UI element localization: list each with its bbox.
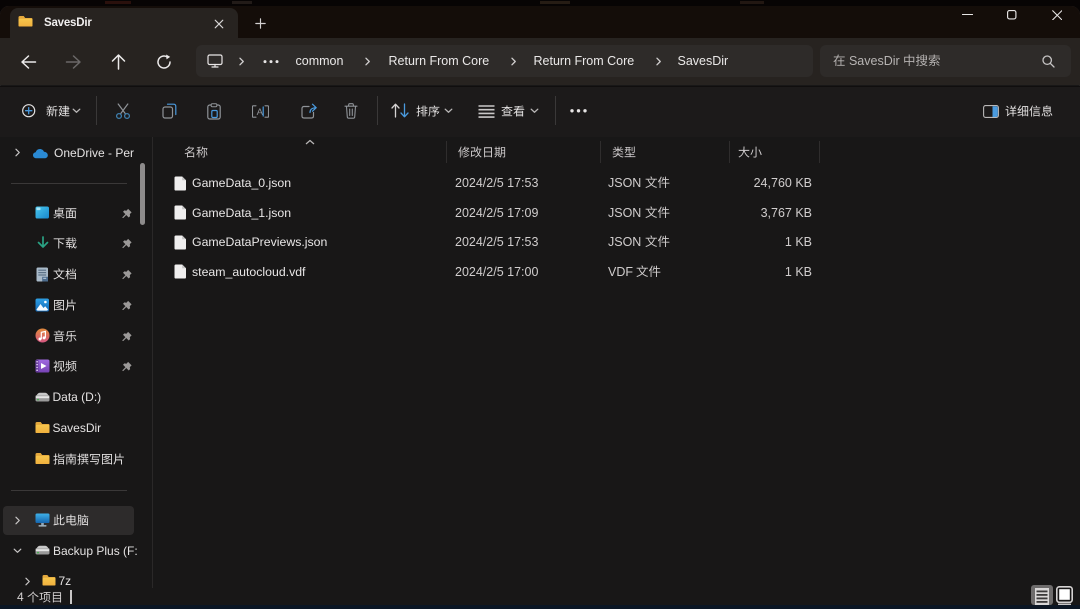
svg-text:A: A — [256, 107, 263, 118]
